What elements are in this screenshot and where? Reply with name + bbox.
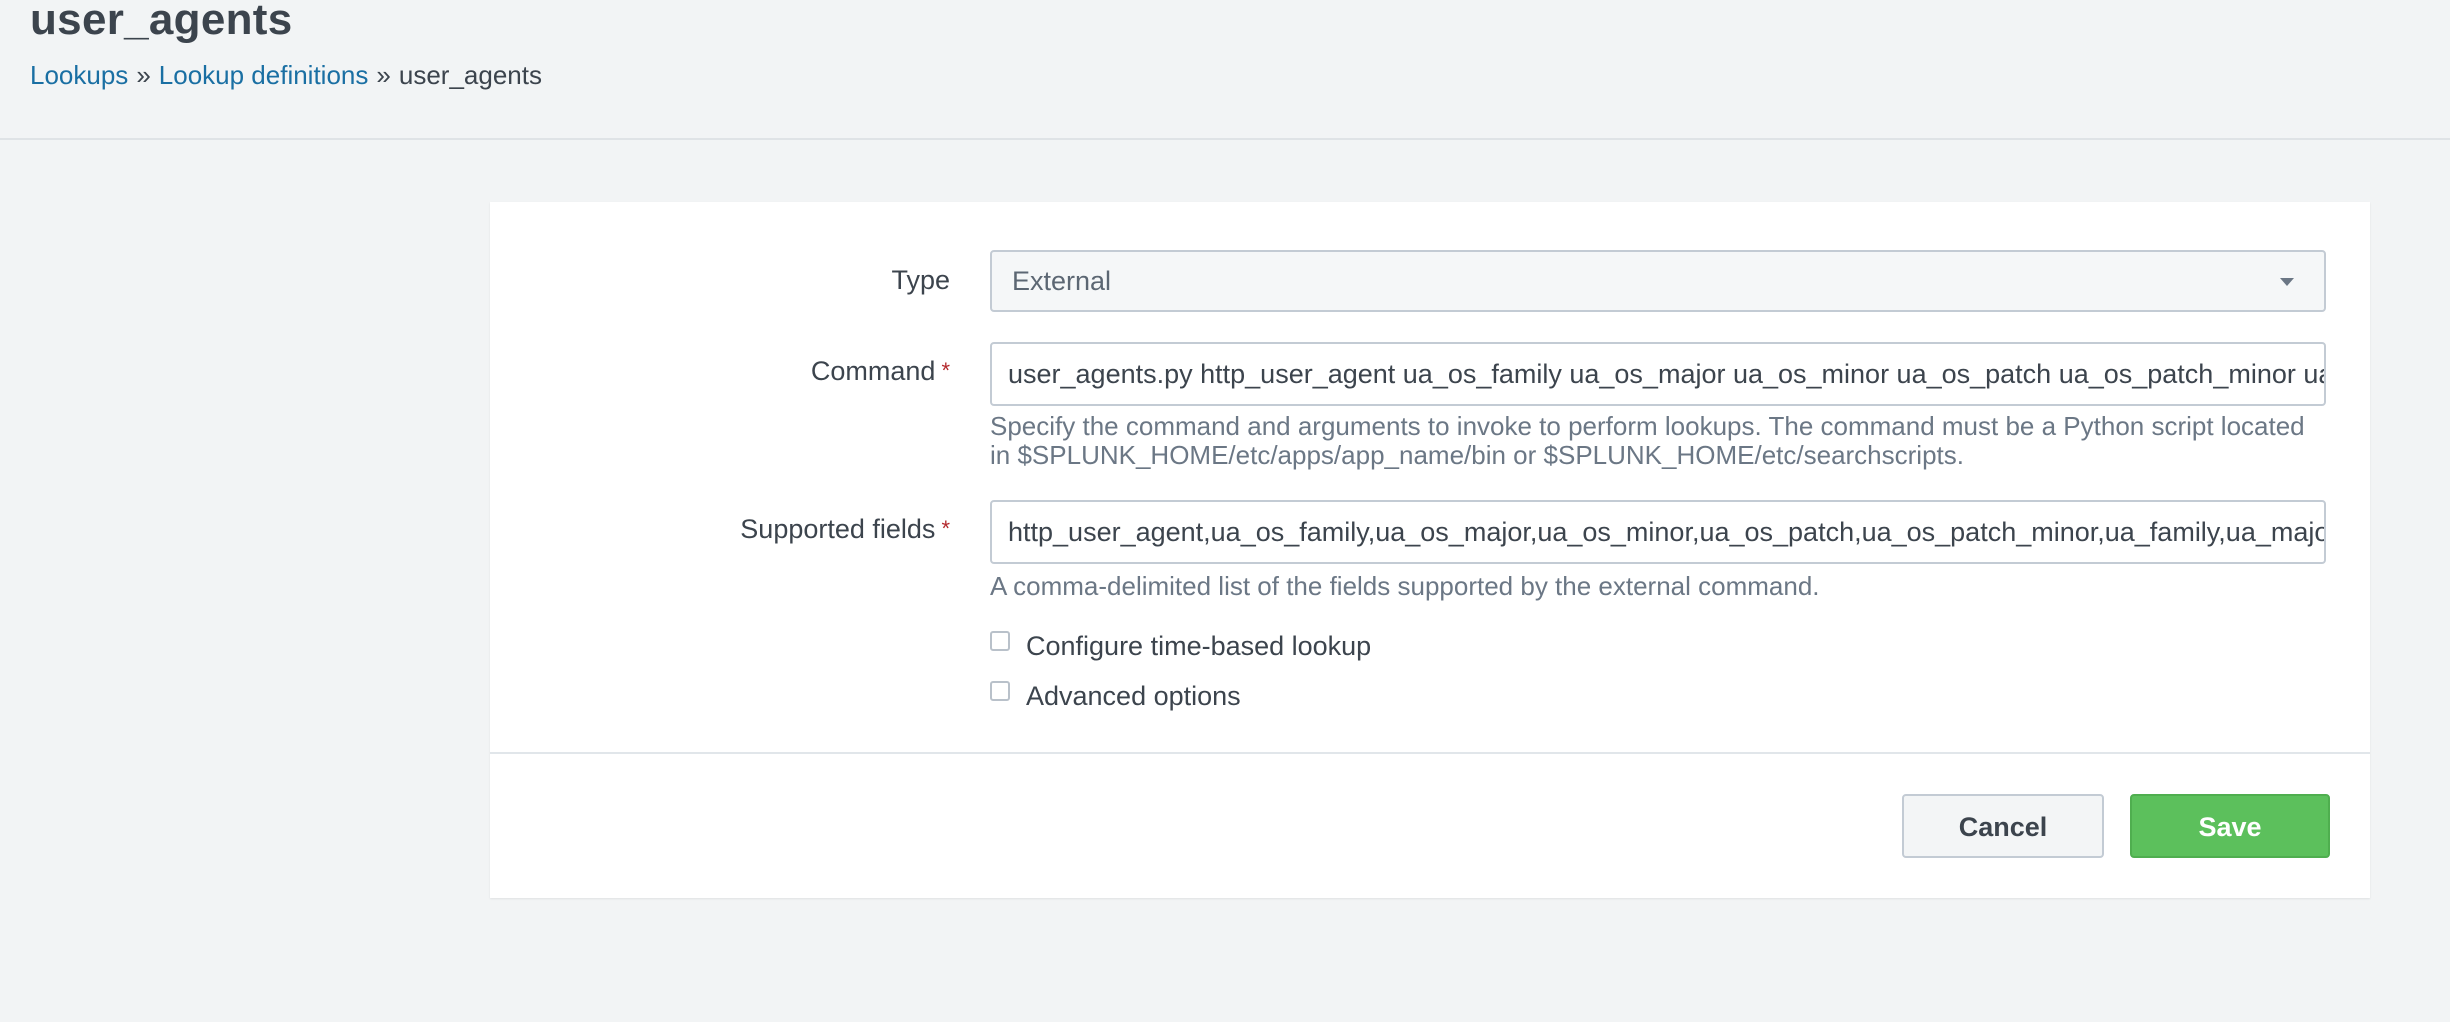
- save-button[interactable]: Save: [2130, 794, 2330, 858]
- lookup-definition-form: Type External Command * user_agents.py ht…: [490, 202, 2370, 898]
- required-asterisk: *: [941, 516, 950, 541]
- supported-fields-label: Supported fields *: [740, 512, 950, 546]
- required-asterisk: *: [941, 358, 950, 383]
- supported-fields-label-text: Supported fields: [740, 514, 936, 544]
- breadcrumb-current: user_agents: [398, 60, 542, 90]
- time-based-lookup-checkbox-row[interactable]: Configure time-based lookup: [990, 629, 1371, 663]
- advanced-options-label: Advanced options: [1026, 681, 1241, 711]
- form-footer-divider: [490, 752, 2370, 754]
- breadcrumb: Lookups» Lookup definitions» user_agents: [30, 58, 542, 92]
- breadcrumb-link-lookups[interactable]: Lookups: [30, 60, 128, 90]
- supported-fields-input[interactable]: http_user_agent,ua_os_family,ua_os_major…: [990, 500, 2326, 564]
- breadcrumb-link-lookup-definitions[interactable]: Lookup definitions: [159, 60, 369, 90]
- breadcrumb-separator: »: [376, 60, 391, 90]
- page-title: user_agents: [30, 0, 293, 44]
- advanced-options-checkbox-row[interactable]: Advanced options: [990, 679, 1241, 713]
- caret-down-icon: [2280, 278, 2294, 286]
- supported-fields-help-text: A comma-delimited list of the fields sup…: [990, 571, 1820, 601]
- type-select-value: External: [1012, 266, 1112, 296]
- advanced-options-checkbox[interactable]: [990, 681, 1010, 701]
- type-select[interactable]: External: [990, 250, 2326, 312]
- command-label-text: Command: [810, 356, 936, 386]
- cancel-button[interactable]: Cancel: [1902, 794, 2104, 858]
- command-input[interactable]: user_agents.py http_user_agent ua_os_fam…: [990, 342, 2326, 406]
- breadcrumb-separator: »: [136, 60, 151, 90]
- command-help-text: Specify the command and arguments to inv…: [990, 411, 2305, 470]
- type-label-text: Type: [891, 265, 950, 295]
- type-label: Type: [891, 263, 950, 297]
- time-based-lookup-checkbox[interactable]: [990, 631, 1010, 651]
- time-based-lookup-label: Configure time-based lookup: [1026, 631, 1372, 661]
- page-header: user_agents Lookups» Lookup definitions» u…: [0, 0, 2450, 140]
- command-label: Command *: [811, 354, 950, 388]
